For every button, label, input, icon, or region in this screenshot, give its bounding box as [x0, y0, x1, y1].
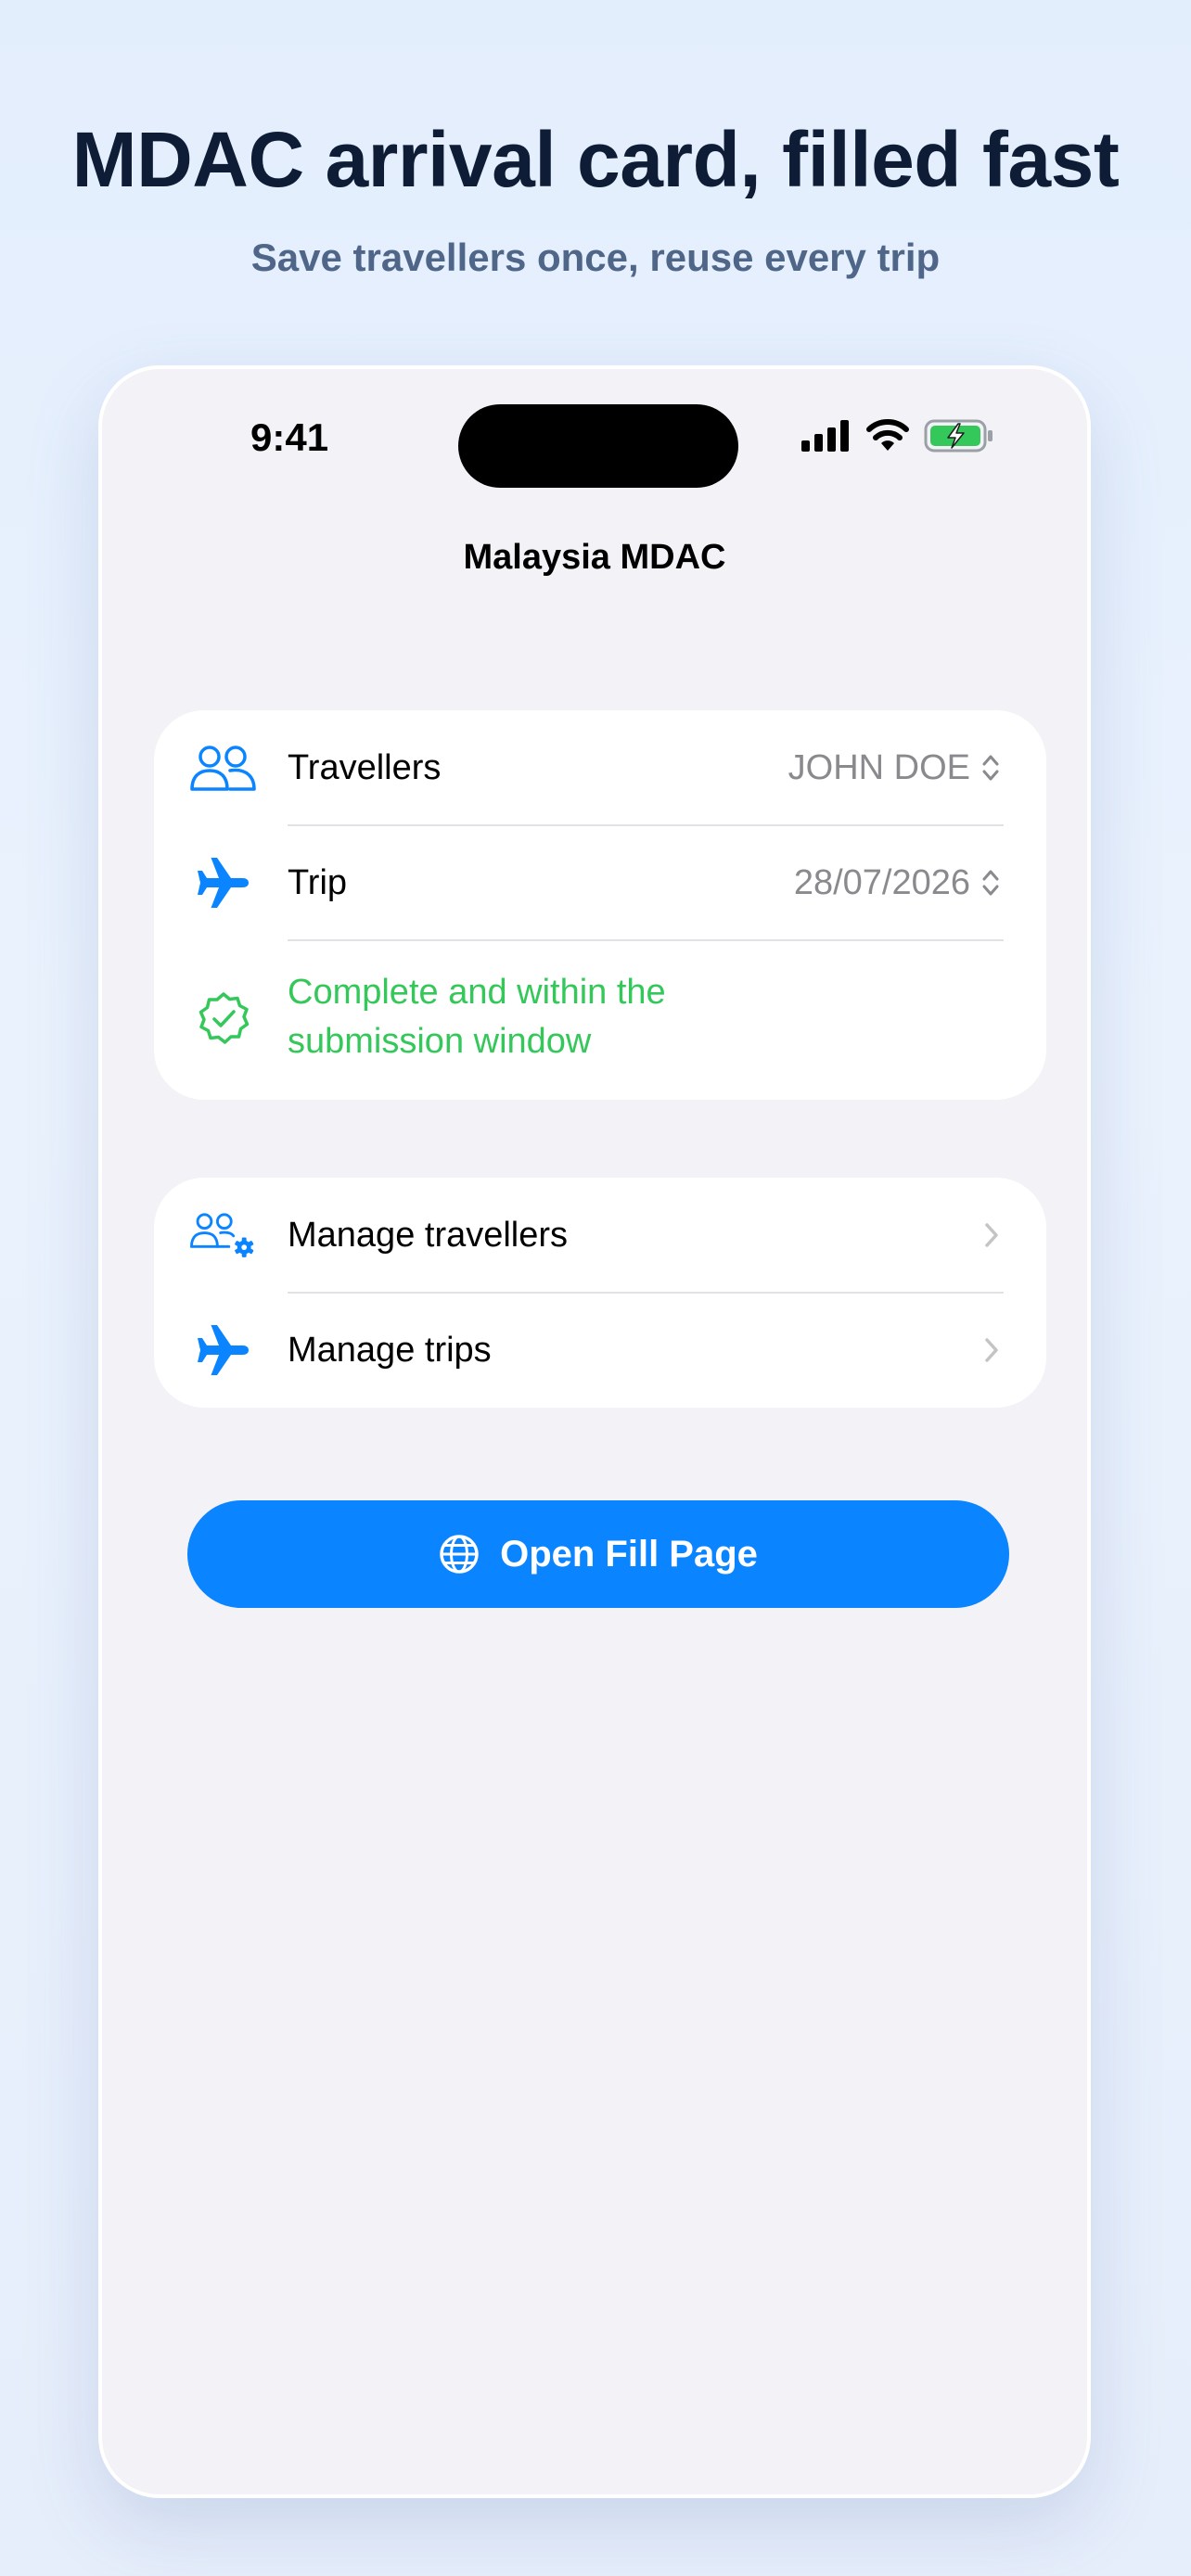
wifi-icon [866, 419, 909, 451]
open-fill-page-button[interactable]: Open Fill Page [187, 1500, 1009, 1608]
travellers-picker[interactable]: JOHN DOE [788, 746, 1000, 790]
manage-travellers-row[interactable]: Manage travellers [154, 1178, 1046, 1293]
trip-label: Trip [288, 863, 348, 902]
battery-charging-icon [924, 419, 992, 453]
status-bar-time: 9:41 [250, 415, 329, 459]
dynamic-island [458, 404, 738, 488]
travellers-label: Travellers [288, 748, 442, 787]
selection-card: Travellers JOHN DOE Trip 28/07/2026 Comp… [154, 710, 1046, 1100]
manage-trips-row[interactable]: Manage trips [154, 1293, 1046, 1408]
trip-row[interactable]: Trip 28/07/2026 [154, 825, 1046, 940]
checkmark-seal-icon [189, 986, 258, 1054]
phone-frame: 9:41 Malaysia MDAC Travellers JOHN DOE T… [98, 365, 1091, 2498]
manage-travellers-label: Manage travellers [288, 1216, 569, 1255]
status-bar-icons [801, 419, 994, 453]
nav-title: Malaysia MDAC [463, 538, 726, 577]
selected-traveller: JOHN DOE [788, 748, 970, 787]
marketing-subheadline: Save travellers once, reuse every trip [250, 236, 941, 279]
chevron-right-icon [985, 1223, 998, 1247]
cellular-signal-icon [801, 420, 849, 452]
open-fill-page-label: Open Fill Page [500, 1534, 758, 1575]
airplane-icon [189, 848, 258, 917]
chevron-up-down-icon [982, 870, 999, 896]
people-gear-icon [189, 1201, 258, 1269]
airplane-icon [189, 1316, 258, 1384]
validation-status-row: Complete and within the submission windo… [154, 940, 1046, 1100]
chevron-right-icon [985, 1338, 998, 1362]
travellers-row[interactable]: Travellers JOHN DOE [154, 710, 1046, 825]
trip-picker[interactable]: 28/07/2026 [794, 861, 1000, 905]
people-icon [189, 733, 258, 802]
validation-status-text: Complete and within the submission windo… [288, 973, 666, 1061]
chevron-up-down-icon [982, 755, 999, 781]
manage-trips-label: Manage trips [288, 1331, 492, 1370]
manage-card: Manage travellers Manage trips [154, 1178, 1046, 1408]
selected-trip-date: 28/07/2026 [793, 863, 970, 902]
marketing-headline: MDAC arrival card, filled fast [71, 116, 1120, 203]
globe-icon [440, 1535, 479, 1574]
